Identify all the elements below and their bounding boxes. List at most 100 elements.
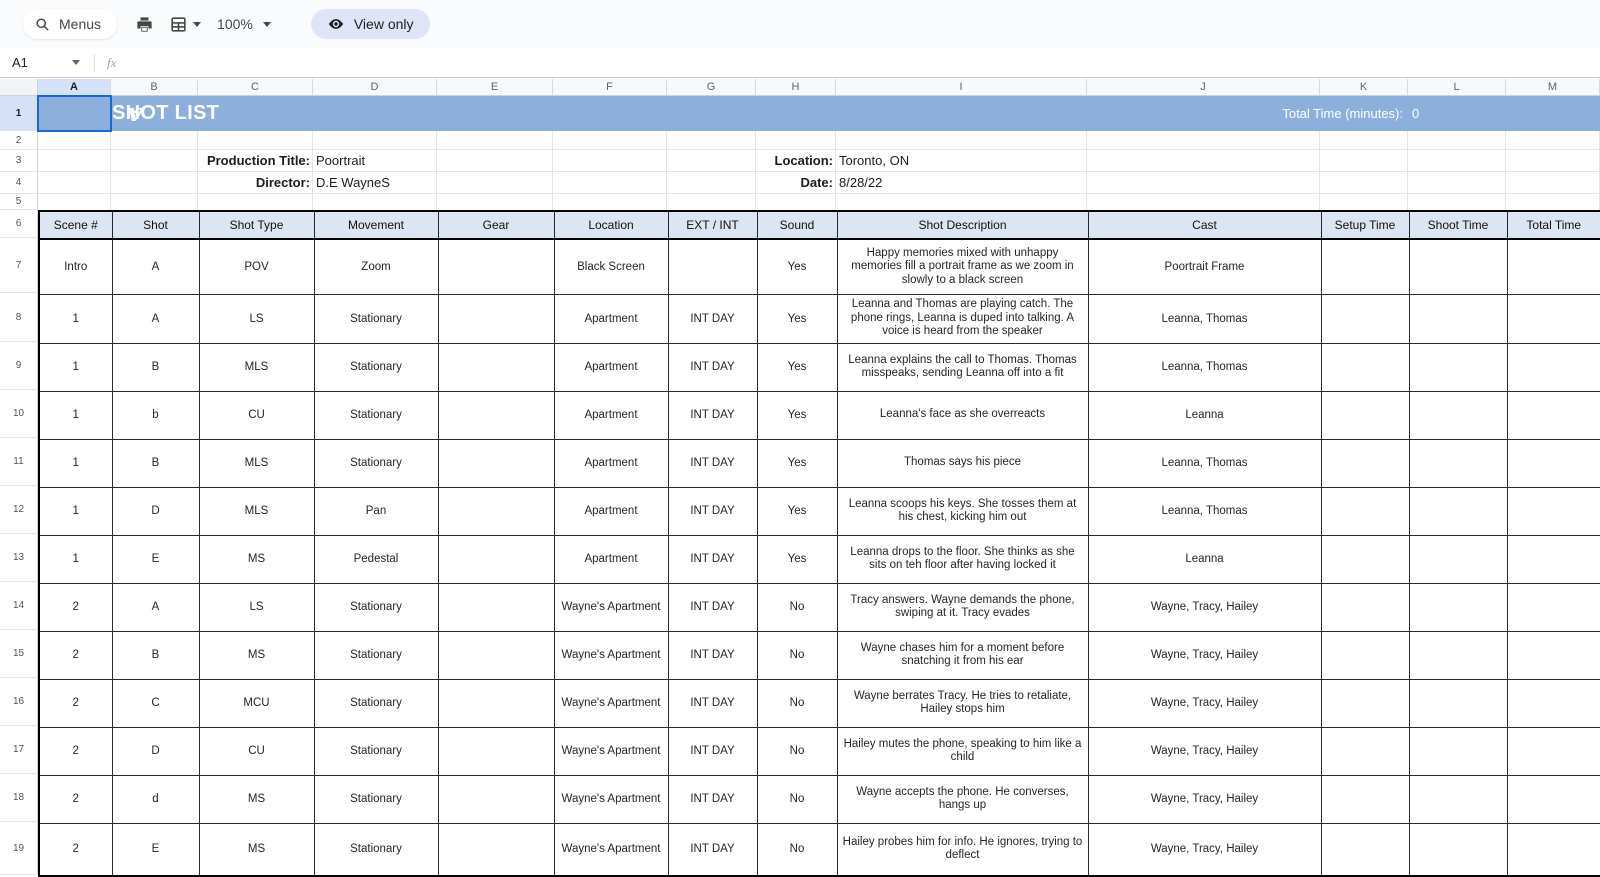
cell-cast[interactable]: Poortrait Frame: [1088, 239, 1321, 294]
cell-gear[interactable]: [438, 679, 554, 727]
cell-movement[interactable]: Stationary: [314, 343, 438, 391]
column-header-K[interactable]: K: [1320, 79, 1408, 96]
column-header-B[interactable]: B: [111, 79, 198, 96]
print-button[interactable]: [131, 15, 157, 34]
cell-ext-int[interactable]: INT DAY: [668, 439, 757, 487]
cell-ext-int[interactable]: INT DAY: [668, 823, 757, 876]
column-header-M[interactable]: M: [1506, 79, 1600, 96]
cell-gear[interactable]: [438, 727, 554, 775]
cell-ext-int[interactable]: INT DAY: [668, 294, 757, 343]
table-column-header-shot-type[interactable]: Shot Type: [199, 211, 314, 239]
cell-shoot-time[interactable]: [1409, 679, 1507, 727]
cell-ext-int[interactable]: INT DAY: [668, 535, 757, 583]
cell-location[interactable]: Apartment: [554, 294, 668, 343]
row-header-16[interactable]: 16: [0, 678, 38, 726]
cell-scene[interactable]: 1: [39, 391, 112, 439]
cell-shot[interactable]: E: [112, 535, 199, 583]
date-value[interactable]: 8/28/22: [839, 172, 882, 194]
cell-scene[interactable]: 2: [39, 631, 112, 679]
cell-ext-int[interactable]: INT DAY: [668, 487, 757, 535]
view-only-button[interactable]: View only: [311, 9, 430, 39]
cell-shot-type[interactable]: MS: [199, 823, 314, 876]
row-header-18[interactable]: 18: [0, 774, 38, 822]
cell-total-time[interactable]: [1507, 583, 1600, 631]
cell-gear[interactable]: [438, 294, 554, 343]
menus-search-button[interactable]: Menus: [23, 9, 117, 39]
column-header-F[interactable]: F: [553, 79, 667, 96]
cell-movement[interactable]: Stationary: [314, 823, 438, 876]
row-header-13[interactable]: 13: [0, 534, 38, 582]
cell-scene[interactable]: 2: [39, 823, 112, 876]
row-header-6[interactable]: 6: [0, 210, 38, 238]
cell-sound[interactable]: No: [757, 631, 837, 679]
cell-description[interactable]: Leanna and Thomas are playing catch. The…: [837, 294, 1088, 343]
cell-ext-int[interactable]: INT DAY: [668, 391, 757, 439]
cell-gear[interactable]: [438, 583, 554, 631]
column-header-L[interactable]: L: [1408, 79, 1506, 96]
cell-shot[interactable]: D: [112, 727, 199, 775]
cell-total-time[interactable]: [1507, 631, 1600, 679]
cell-ext-int[interactable]: INT DAY: [668, 727, 757, 775]
cell-sound[interactable]: Yes: [757, 391, 837, 439]
cell-ext-int[interactable]: [668, 239, 757, 294]
cell-setup-time[interactable]: [1321, 775, 1409, 823]
cell-gear[interactable]: [438, 343, 554, 391]
cell-shoot-time[interactable]: [1409, 583, 1507, 631]
cell-shoot-time[interactable]: [1409, 343, 1507, 391]
cell-sound[interactable]: Yes: [757, 487, 837, 535]
row-header-17[interactable]: 17: [0, 726, 38, 774]
cell-ext-int[interactable]: INT DAY: [668, 583, 757, 631]
cell-shoot-time[interactable]: [1409, 823, 1507, 876]
cell-shoot-time[interactable]: [1409, 727, 1507, 775]
cell-movement[interactable]: Stationary: [314, 727, 438, 775]
cell-total-time[interactable]: [1507, 775, 1600, 823]
cell-setup-time[interactable]: [1321, 727, 1409, 775]
cell-sound[interactable]: Yes: [757, 239, 837, 294]
cell-movement[interactable]: Stationary: [314, 583, 438, 631]
cell-total-time[interactable]: [1507, 239, 1600, 294]
cell-shoot-time[interactable]: [1409, 294, 1507, 343]
zoom-control[interactable]: 100%: [217, 16, 271, 32]
row-header-7[interactable]: 7: [0, 238, 38, 293]
cell-total-time[interactable]: [1507, 343, 1600, 391]
cell-cast[interactable]: Leanna: [1088, 391, 1321, 439]
table-column-header-shot[interactable]: Shot: [112, 211, 199, 239]
cell-shoot-time[interactable]: [1409, 239, 1507, 294]
cell-shot-type[interactable]: MCU: [199, 679, 314, 727]
column-header-A[interactable]: A: [38, 79, 111, 96]
cell-gear[interactable]: [438, 535, 554, 583]
cell-description[interactable]: Hailey probes him for info. He ignores, …: [837, 823, 1088, 876]
cell-gear[interactable]: [438, 439, 554, 487]
cell-movement[interactable]: Pedestal: [314, 535, 438, 583]
table-column-header-gear[interactable]: Gear: [438, 211, 554, 239]
cell-shot-type[interactable]: MS: [199, 775, 314, 823]
cell-sound[interactable]: Yes: [757, 439, 837, 487]
cell-scene[interactable]: 1: [39, 487, 112, 535]
cell-shot-type[interactable]: MLS: [199, 343, 314, 391]
cell-shot[interactable]: B: [112, 343, 199, 391]
production-title-label[interactable]: Production Title:: [38, 150, 310, 172]
row-header-11[interactable]: 11: [0, 438, 38, 486]
cell-description[interactable]: Happy memories mixed with unhappy memori…: [837, 239, 1088, 294]
cell-scene[interactable]: 2: [39, 727, 112, 775]
cell-description[interactable]: Wayne chases him for a moment before sna…: [837, 631, 1088, 679]
table-column-header-cast[interactable]: Cast: [1088, 211, 1321, 239]
row-header-19[interactable]: 19: [0, 822, 38, 875]
cell-sound[interactable]: Yes: [757, 343, 837, 391]
cell-shoot-time[interactable]: [1409, 775, 1507, 823]
cell-cast[interactable]: Leanna, Thomas: [1088, 343, 1321, 391]
column-header-H[interactable]: H: [756, 79, 836, 96]
title-band[interactable]: v SHOT LIST Total Time (minutes): 0: [38, 96, 1600, 131]
cell-location[interactable]: Wayne's Apartment: [554, 775, 668, 823]
sheet-grid-button[interactable]: [165, 15, 191, 34]
cell-gear[interactable]: [438, 239, 554, 294]
cell-location[interactable]: Apartment: [554, 487, 668, 535]
cell-location[interactable]: Apartment: [554, 391, 668, 439]
row-header-12[interactable]: 12: [0, 486, 38, 534]
column-header-C[interactable]: C: [198, 79, 313, 96]
cell-shot-type[interactable]: CU: [199, 727, 314, 775]
chevron-down-icon[interactable]: [193, 22, 201, 27]
row-header-4[interactable]: 4: [0, 172, 38, 194]
cell-scene[interactable]: 2: [39, 775, 112, 823]
cell-gear[interactable]: [438, 823, 554, 876]
